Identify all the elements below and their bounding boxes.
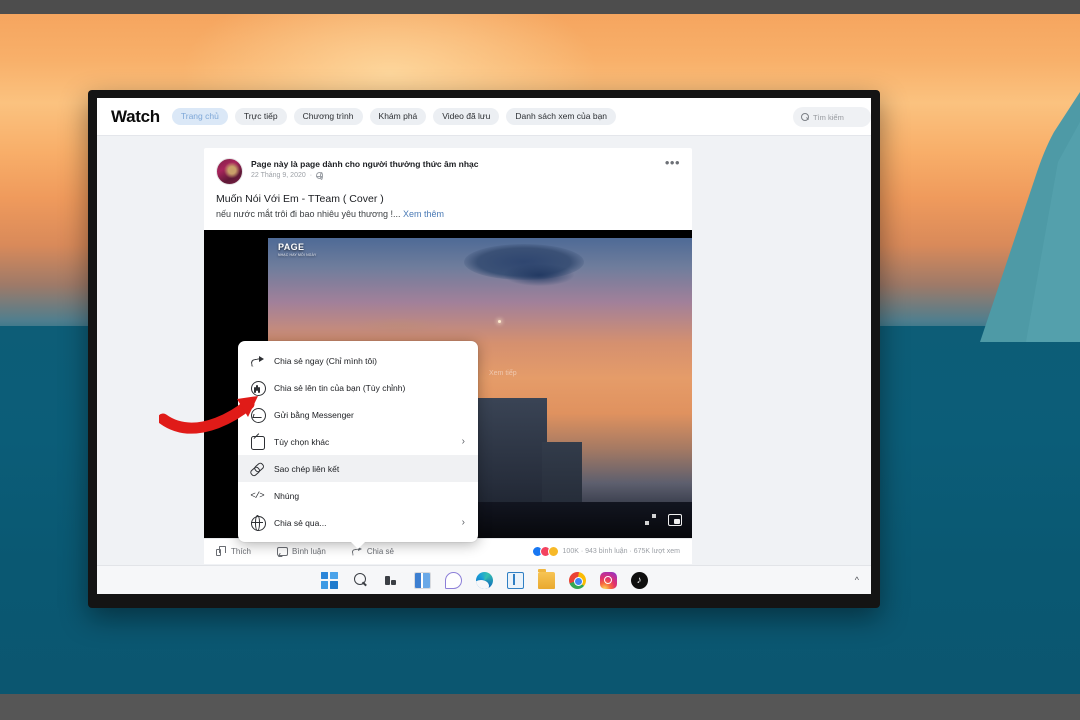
menu-item-label: Nhúng (274, 491, 299, 501)
see-more-link[interactable]: Xem thêm (403, 209, 444, 219)
video-watermark-subtext: NHẠC HAY MỖI NGÀY (278, 253, 317, 257)
menu-item-label: Gửi bằng Messenger (274, 410, 354, 420)
messenger-icon (250, 408, 264, 422)
monitor-frame: Watch Trang chủ Trực tiếp Chương trình K… (88, 90, 880, 608)
ellipsis-icon[interactable]: ••• (665, 160, 680, 166)
tiktok-button[interactable] (631, 572, 648, 589)
edge-button[interactable] (476, 572, 493, 589)
video-overlay-text: Xem tiếp (489, 370, 517, 377)
feed-area: Page này là page dành cho người thưởng t… (97, 136, 871, 594)
tab-trang-chu[interactable]: Trang chủ (172, 108, 228, 125)
tab-truc-tiep[interactable]: Trực tiếp (235, 108, 287, 125)
video-watermark: PAGE NHẠC HAY MỖI NGÀY (278, 242, 317, 257)
page-name[interactable]: Page này là page dành cho người thưởng t… (251, 159, 479, 169)
share-context-menu: Chia sẻ ngay (Chỉ mình tôi) Chia sẻ lên … (238, 341, 478, 542)
search-icon (801, 113, 809, 121)
tab-video-da-luu[interactable]: Video đã lưu (433, 108, 499, 125)
link-icon (250, 462, 264, 476)
store-button[interactable] (507, 572, 524, 589)
tab-danh-sach-xem[interactable]: Danh sách xem của bạn (506, 108, 616, 125)
post-date: 22 Tháng 9, 2020 (251, 172, 306, 179)
post-stats-text: 100K · 943 bình luận · 675K lượt xem (563, 548, 680, 555)
letterbox-bottom (0, 694, 1080, 720)
post-description-text: nếu nước mắt trôi đi bao nhiêu yêu thươn… (216, 209, 400, 219)
task-view-button[interactable] (383, 572, 400, 589)
menu-item-label: Chia sẻ ngay (Chỉ mình tôi) (274, 356, 377, 366)
like-button[interactable]: Thích (216, 546, 251, 556)
menu-item-chia-se-len-tin[interactable]: Chia sẻ lên tin của bạn (Tùy chỉnh) (238, 374, 478, 401)
menu-item-chia-se-ngay[interactable]: Chia sẻ ngay (Chỉ mình tôi) (238, 347, 478, 374)
file-explorer-button[interactable] (538, 572, 555, 589)
tab-chuong-trinh[interactable]: Chương trình (294, 108, 363, 125)
video-cloud (504, 264, 574, 286)
windows-taskbar: ^ (97, 565, 871, 594)
context-menu-pointer (350, 541, 366, 549)
post-header: Page này là page dành cho người thưởng t… (204, 148, 692, 185)
reaction-icons (532, 546, 559, 557)
post-meta: 22 Tháng 9, 2020 · (251, 172, 479, 179)
screen: Watch Trang chủ Trực tiếp Chương trình K… (97, 98, 871, 594)
post-header-text: Page này là page dành cho người thưởng t… (251, 158, 479, 179)
code-icon: </> (250, 489, 264, 503)
menu-item-tuy-chon-khac[interactable]: Tùy chọn khác › (238, 428, 478, 455)
picture-in-picture-icon[interactable] (668, 514, 682, 526)
comment-icon (277, 546, 287, 556)
menu-item-label: Chia sẻ lên tin của bạn (Tùy chỉnh) (274, 383, 405, 393)
menu-item-chia-se-qua[interactable]: Chia sẻ qua... › (238, 509, 478, 536)
post-body: Muốn Nói Với Em - TTeam ( Cover ) nếu nư… (204, 185, 692, 230)
post-title: Muốn Nói Với Em - TTeam ( Cover ) (216, 192, 680, 206)
thumbs-up-icon (216, 546, 226, 556)
menu-item-label: Tùy chọn khác (274, 437, 329, 447)
edit-square-icon (250, 435, 264, 449)
share-arrow-icon (250, 354, 264, 368)
search-placeholder: Tìm kiếm (813, 113, 844, 122)
search-button[interactable] (352, 572, 369, 589)
start-button[interactable] (321, 572, 338, 589)
menu-item-label: Chia sẻ qua... (274, 518, 326, 528)
watch-logo[interactable]: Watch (111, 107, 160, 127)
video-controls (645, 514, 682, 526)
overflow-caret-icon[interactable]: ^ (855, 575, 859, 585)
chevron-right-icon: › (462, 437, 465, 447)
video-watermark-text: PAGE (278, 242, 304, 252)
chevron-right-icon: › (462, 518, 465, 528)
comment-button[interactable]: Bình luận (277, 546, 326, 556)
post-stats[interactable]: 100K · 943 bình luận · 675K lượt xem (532, 546, 680, 557)
widgets-button[interactable] (414, 572, 431, 589)
menu-item-gui-bang-messenger[interactable]: Gửi bằng Messenger (238, 401, 478, 428)
meta-separator: · (310, 172, 312, 179)
globe-icon (250, 516, 264, 530)
share-label: Chia sẻ (367, 547, 394, 556)
like-label: Thích (231, 547, 251, 556)
letterbox-top (0, 0, 1080, 14)
watch-header: Watch Trang chủ Trực tiếp Chương trình K… (97, 98, 871, 136)
chrome-button[interactable] (569, 572, 586, 589)
instagram-button[interactable] (600, 572, 617, 589)
menu-item-nhung[interactable]: </> Nhúng (238, 482, 478, 509)
circle-plus-icon (250, 381, 264, 395)
post-description: nếu nước mắt trôi đi bao nhiêu yêu thươn… (216, 208, 680, 221)
watch-nav-tabs: Trang chủ Trực tiếp Chương trình Khám ph… (172, 108, 616, 125)
tab-kham-pha[interactable]: Khám phá (370, 108, 427, 125)
comment-label: Bình luận (292, 547, 326, 556)
avatar[interactable] (216, 158, 243, 185)
search-input[interactable]: Tìm kiếm (793, 107, 871, 127)
globe-icon (316, 172, 323, 179)
chat-button[interactable] (445, 572, 462, 589)
expand-icon[interactable] (645, 514, 656, 525)
video-star (498, 320, 501, 323)
menu-item-label: Sao chép liên kết (274, 464, 339, 474)
haha-reaction-icon (548, 546, 559, 557)
menu-item-sao-chep-lien-ket[interactable]: Sao chép liên kết (238, 455, 478, 482)
video-cloud (354, 318, 444, 334)
